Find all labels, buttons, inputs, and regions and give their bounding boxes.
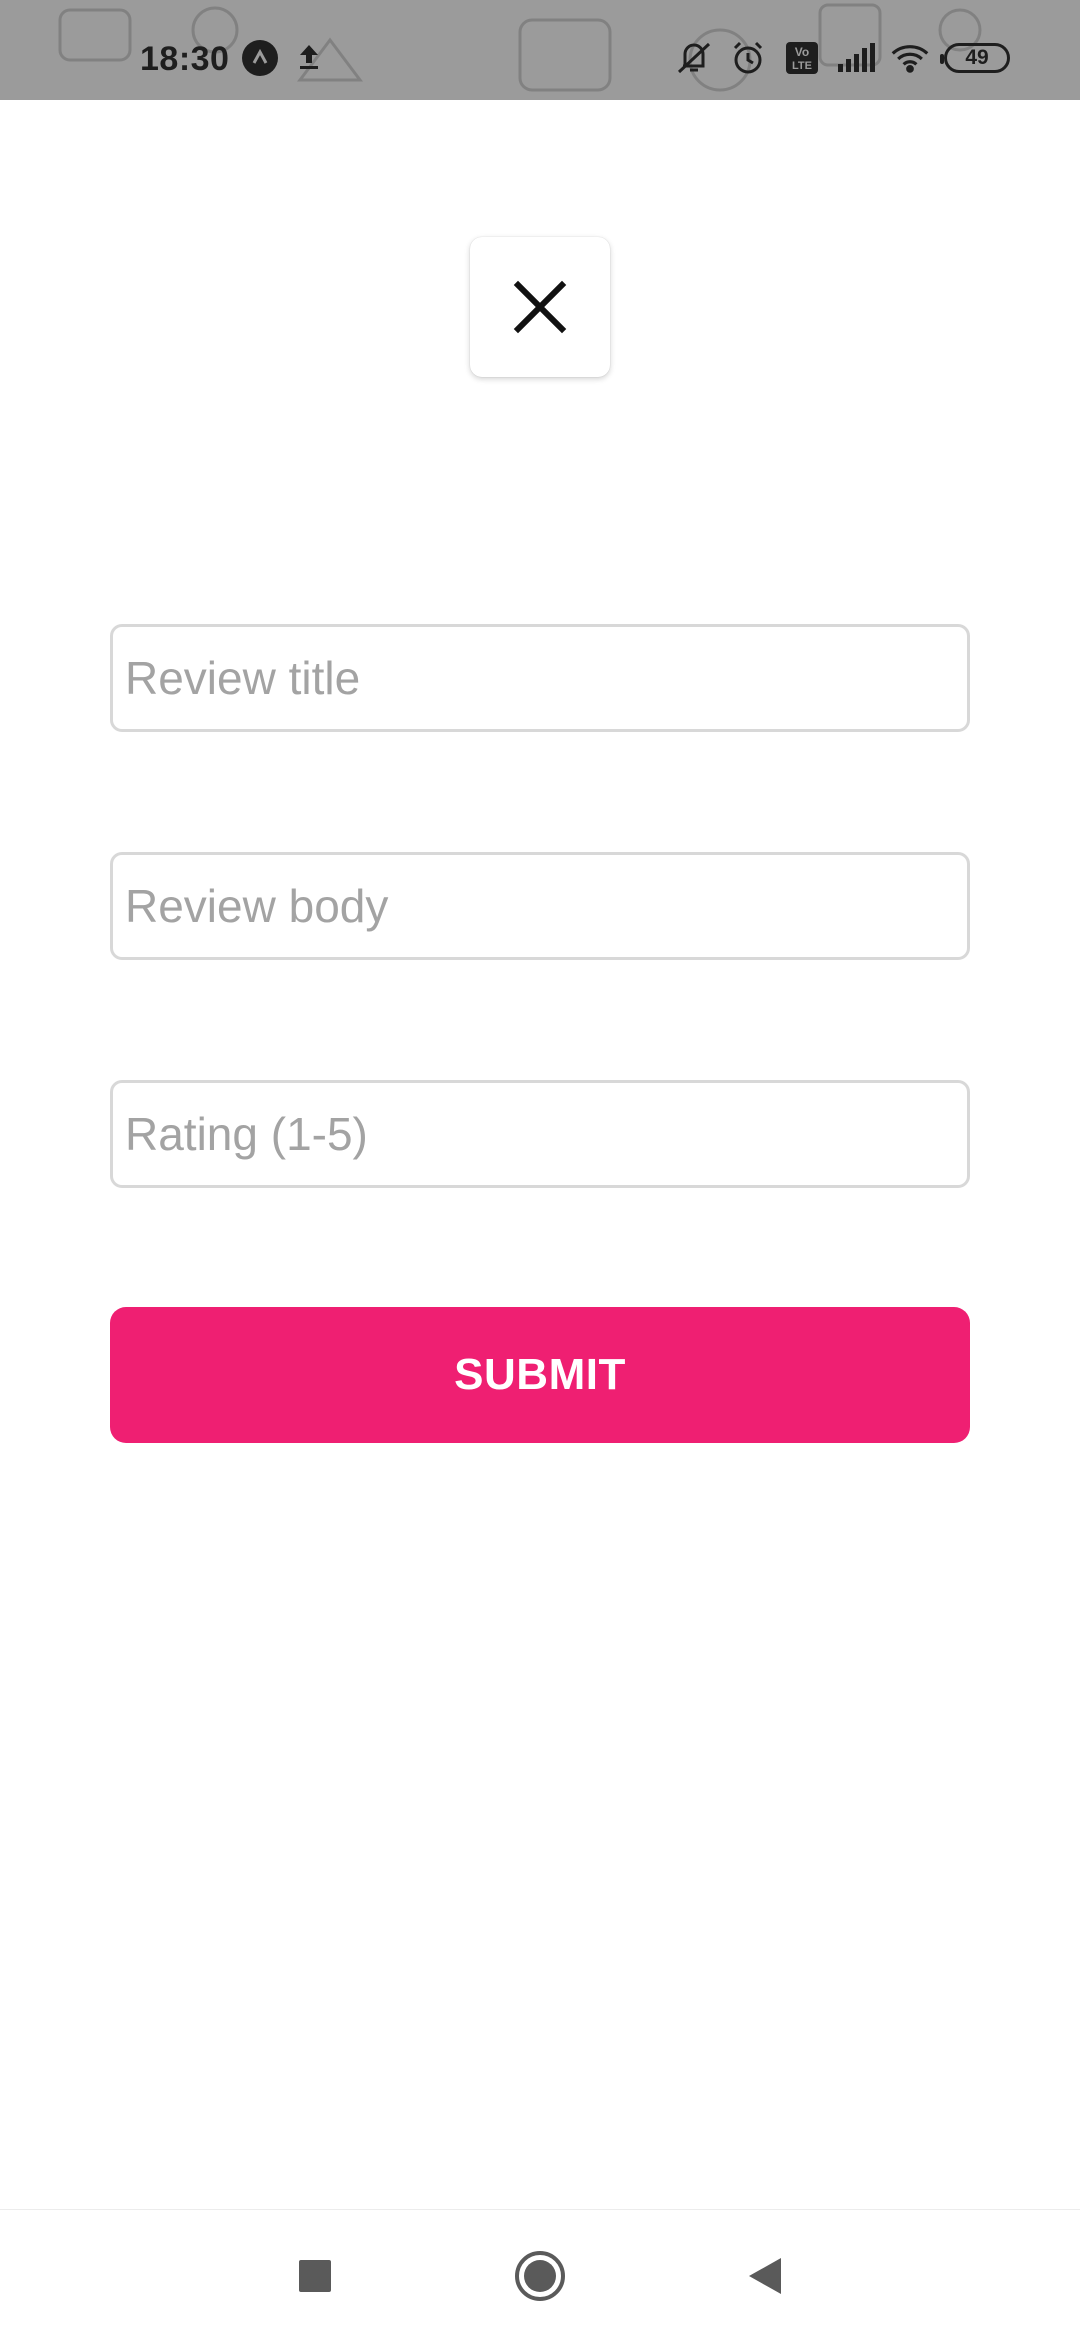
close-icon [513,280,567,334]
home-circle-icon [515,2251,565,2301]
home-button[interactable] [510,2246,570,2306]
review-body-field[interactable] [110,852,970,960]
status-left-icons [242,40,322,76]
signal-icon [836,40,876,76]
review-body-input[interactable] [113,855,967,957]
status-bar: 18:30 Vo LTE 49 [0,0,1080,100]
back-triangle-icon [749,2258,781,2294]
svg-text:Vo: Vo [795,45,809,59]
app-circle-icon [242,40,278,76]
recents-button[interactable] [285,2246,345,2306]
recents-square-icon [299,2260,331,2292]
rating-input[interactable] [113,1083,967,1185]
volte-icon: Vo LTE [782,40,822,76]
status-right-icons: Vo LTE 49 [674,40,1010,76]
alarm-icon [728,40,768,76]
close-button[interactable] [470,237,610,377]
submit-button[interactable]: SUBMIT [110,1307,970,1443]
back-button[interactable] [735,2246,795,2306]
status-time: 18:30 [140,40,230,78]
navigation-bar [0,2209,1080,2340]
wifi-icon [890,40,930,76]
rating-field[interactable] [110,1080,970,1188]
battery-icon: 49 [940,43,1010,73]
upload-icon [296,41,322,76]
review-title-field[interactable] [110,624,970,732]
review-title-input[interactable] [113,627,967,729]
svg-text:LTE: LTE [792,60,812,72]
vibrate-off-icon [674,40,714,76]
